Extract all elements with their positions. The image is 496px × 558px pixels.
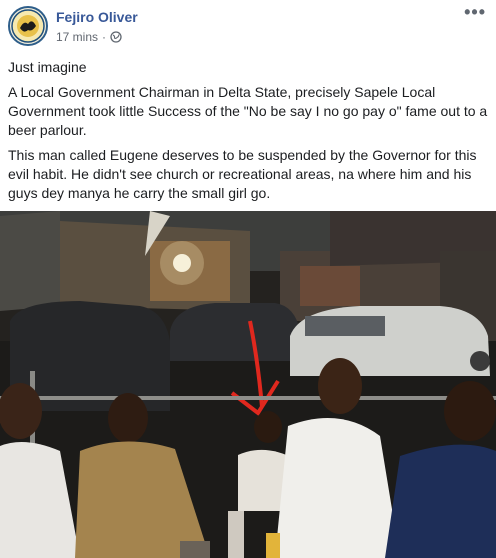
post-paragraph: This man called Eugene deserves to be su… (8, 147, 477, 201)
post-header: Fejiro Oliver 17 mins · ••• (0, 0, 496, 54)
more-options-icon[interactable]: ••• (464, 2, 486, 23)
logo-icon (11, 9, 45, 43)
meta-separator: · (102, 30, 107, 44)
post-text: Just imagine A Local Government Chairman… (8, 58, 490, 209)
post-paragraph: Just imagine (8, 59, 87, 75)
night-scene-photo (0, 211, 496, 558)
author-name[interactable]: Fejiro Oliver (56, 9, 138, 25)
post-paragraph: A Local Government Chairman in Delta Sta… (8, 84, 488, 138)
avatar[interactable] (8, 6, 48, 46)
globe-icon[interactable] (110, 31, 122, 43)
post-time[interactable]: 17 mins (56, 30, 98, 44)
post-photo[interactable] (0, 211, 496, 558)
post-meta: 17 mins · (56, 30, 122, 44)
